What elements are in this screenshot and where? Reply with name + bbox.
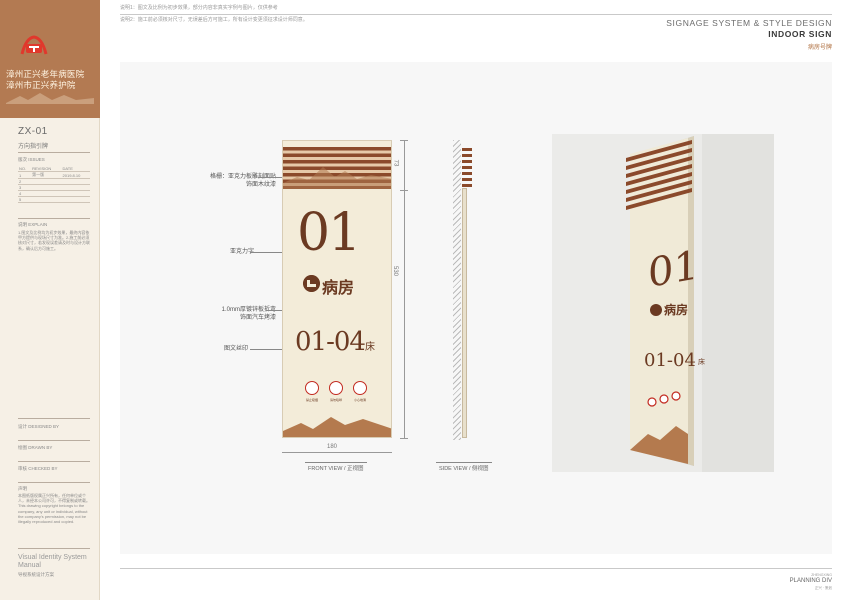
divider — [18, 418, 90, 419]
dimension-tick — [400, 140, 408, 141]
dimension-line — [282, 452, 392, 453]
checked-by-label: 审核 CHECKED BY — [18, 466, 58, 471]
bed-range-text: 01-04 — [295, 327, 366, 357]
warning-label: 请勿喧哗 — [329, 398, 342, 402]
divider — [18, 152, 90, 153]
callout-print: 图文丝印 — [223, 346, 248, 352]
sign-code: ZX-01 — [18, 126, 48, 137]
dimension-tick — [400, 438, 408, 439]
dimension-line — [404, 140, 405, 438]
perspective-render: 01 病房 01-04 床 — [552, 134, 774, 472]
table-cell — [61, 196, 90, 204]
explain-label: 说明 EXPLAIN — [18, 222, 48, 227]
table-cell: 第一版 — [31, 171, 62, 180]
remark-text: 本图纸版权属正兴所有，任何单位或个人，未经本公司许可，不得复制或转载。This … — [18, 493, 90, 525]
callout-line — [250, 252, 284, 253]
warning-label: 禁止吸烟 — [305, 398, 318, 402]
issues-table: NO. REVISION DATE 1 第一版 2019.8.10 2 3 4 5 — [18, 166, 90, 204]
divider — [18, 461, 90, 462]
divider — [18, 218, 90, 219]
divider — [18, 548, 90, 549]
dimension-width: 180 — [327, 444, 338, 450]
bed-icon — [303, 275, 320, 292]
divider — [18, 482, 90, 483]
footer-divider — [120, 568, 832, 569]
table-cell: 2019.8.10 — [61, 171, 90, 180]
callout-line — [250, 349, 284, 350]
side-grille — [462, 148, 472, 187]
brand-logo-icon — [20, 35, 48, 55]
manual-title: Visual Identity System Manual — [18, 554, 87, 569]
header-note-1: 说明1：图文及比例为初步效果，部分内容非真实字例与图片，仅供参考 — [120, 5, 278, 11]
room-label: 病房 — [322, 280, 355, 297]
callout-plate: 1.0mm厚镀锌板折弯 饰面汽车烤漆 — [172, 306, 276, 322]
table-row: 1 第一版 2019.8.10 — [18, 171, 90, 180]
drawn-by-label: 绘图 DRAWN BY — [18, 445, 53, 450]
mountain-icon — [283, 417, 391, 437]
side-view-body — [462, 188, 467, 438]
callout-grille: 格栅：亚克力板雕刻面贴 饰面木纹漆 — [172, 173, 276, 189]
footer-line-1: ZHENGXING — [811, 573, 832, 577]
bed-unit: 床 — [364, 342, 375, 353]
remark-label: 声明 — [18, 486, 27, 491]
no-noise-icon — [329, 381, 343, 395]
page-subtitle: INDOOR SIGN — [768, 29, 832, 39]
callout-acrylic: 亚克力字 — [229, 249, 254, 255]
front-view-sign: 01 病房 01-04床 禁止吸烟 请勿喧哗 小心地滑 — [282, 140, 392, 438]
table-row: 5 — [18, 196, 90, 204]
issues-label: 版次 ISSUES — [18, 157, 45, 162]
header-divider — [120, 14, 832, 15]
svg-text:病房: 病房 — [664, 302, 688, 317]
explain-text: 1.图文及比例均为初步效果，最终内容依甲方提供与现场尺寸为准。2.施工前必须核对… — [18, 230, 90, 251]
callout-line — [258, 177, 284, 178]
no-smoking-icon — [305, 381, 319, 395]
svg-text:01-04: 01-04 — [644, 350, 696, 371]
manual-subtitle: 导视系统设计方案 — [18, 572, 54, 577]
brand-block: 漳州正兴老年病医院 漳州市正兴养护院 — [0, 0, 100, 118]
wood-grille — [283, 147, 391, 189]
front-view-label: FRONT VIEW / 正视图 — [305, 462, 367, 473]
footer-line-3: 正兴 · 策划 — [814, 586, 832, 590]
dimension-tick — [400, 190, 408, 191]
table-cell — [31, 196, 62, 204]
dimension-top: 73 — [392, 159, 399, 167]
perspective-sign: 01 病房 01-04 床 — [552, 134, 774, 472]
room-number: 01 — [297, 203, 361, 263]
table-cell: 1 — [18, 171, 32, 180]
sign-code-subtitle: 方向指引牌 — [18, 144, 49, 150]
callout-text: 饰面木纹漆 — [245, 182, 276, 188]
wall-hatch — [453, 140, 461, 440]
warning-label: 小心地滑 — [353, 398, 366, 402]
callout-text: 饰面汽车烤漆 — [239, 315, 276, 321]
info-sidebar: 漳州正兴老年病医院 漳州市正兴养护院 ZX-01 方向指引牌 版次 ISSUES… — [0, 0, 100, 600]
footer-line-2: PLANNING DIV — [789, 578, 832, 584]
page-title: SIGNAGE SYSTEM & STYLE DESIGN — [666, 18, 832, 28]
callout-text: 1.0mm厚镀锌板折弯 — [221, 307, 276, 313]
table-cell: 5 — [18, 196, 32, 204]
svg-text:床: 床 — [698, 357, 705, 366]
mountain-icon — [6, 93, 94, 104]
designed-by-label: 设计 DESIGNED BY — [18, 424, 60, 429]
slippery-icon — [353, 381, 367, 395]
svg-text:01: 01 — [648, 241, 699, 297]
side-view-label: SIDE VIEW / 侧视图 — [436, 462, 492, 473]
header-note-2: 说明2：施工前必须核对尺寸，无误差后方可施工，所有设计变更须征求设计师同意。 — [120, 17, 308, 23]
page-subtitle-cn: 病房号牌 — [807, 45, 832, 51]
bed-range: 01-04床 — [295, 327, 375, 357]
divider — [18, 440, 90, 441]
dimension-body: 530 — [392, 265, 399, 277]
